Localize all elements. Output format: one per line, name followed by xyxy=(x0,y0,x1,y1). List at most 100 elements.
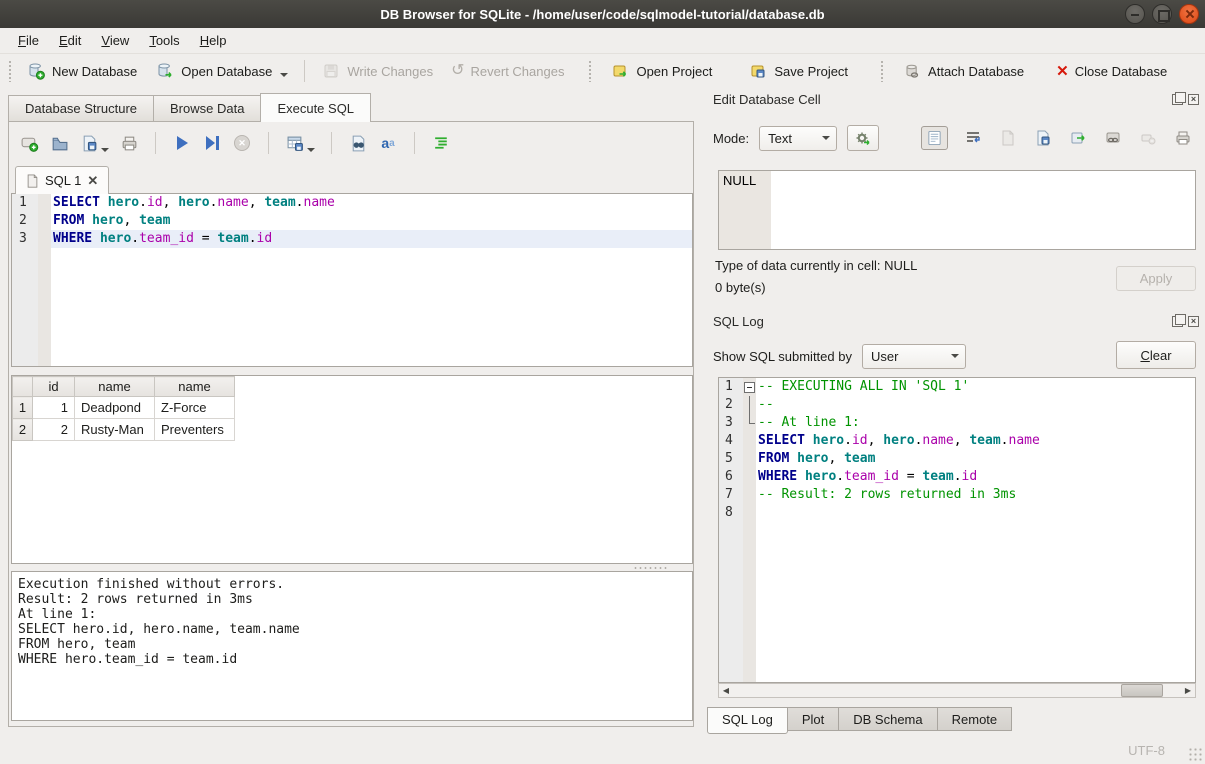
cell-id[interactable]: 1 xyxy=(33,397,75,419)
minimize-button[interactable] xyxy=(1125,4,1145,24)
row-header[interactable]: 1 xyxy=(13,397,33,419)
code-text: SELECT hero.id, hero.name, team.name xyxy=(756,432,1195,450)
line-number: 1 xyxy=(12,194,38,212)
save-sql-dropdown-icon[interactable] xyxy=(101,148,109,152)
open-database-button[interactable]: Open Database xyxy=(147,57,296,85)
tab-execute-sql[interactable]: Execute SQL xyxy=(260,93,371,122)
autocomplete-icon[interactable]: aa xyxy=(378,133,398,153)
save-sql-file-icon[interactable] xyxy=(79,133,99,153)
tab-database-structure[interactable]: Database Structure xyxy=(8,95,153,122)
close-button[interactable] xyxy=(1179,4,1199,24)
execute-all-icon[interactable] xyxy=(172,133,192,153)
sql1-tab[interactable]: SQL 1 ✕ xyxy=(15,166,109,194)
title-bar[interactable]: DB Browser for SQLite - /home/user/code/… xyxy=(0,0,1205,28)
sql-toolbar-separator xyxy=(268,132,269,154)
write-changes-button[interactable]: Write Changes xyxy=(313,57,441,85)
attach-database-icon xyxy=(902,61,922,81)
open-sql-file-icon[interactable] xyxy=(49,133,69,153)
column-header-name1[interactable]: name xyxy=(75,377,155,397)
tab-sql-log[interactable]: SQL Log xyxy=(707,707,788,734)
tab-remote[interactable]: Remote xyxy=(938,707,1013,731)
cell-team-name[interactable]: Z-Force xyxy=(155,397,235,419)
cell-team-name[interactable]: Preventers xyxy=(155,419,235,441)
code-line: 2-- xyxy=(719,396,1195,414)
results-table: id name name 1 1 Deadpond Z-Force 2 2 Ru… xyxy=(12,376,235,441)
print-icon[interactable] xyxy=(119,133,139,153)
apply-button[interactable]: Apply xyxy=(1116,266,1196,291)
line-number: 2 xyxy=(12,212,38,230)
column-header-id[interactable]: id xyxy=(33,377,75,397)
new-sql-tab-icon[interactable] xyxy=(19,133,39,153)
open-project-button[interactable]: Open Project xyxy=(602,57,720,85)
fold-margin xyxy=(743,504,756,522)
text-mode-button[interactable] xyxy=(921,126,948,150)
tab-browse-data[interactable]: Browse Data xyxy=(153,95,260,122)
splitter-handle[interactable] xyxy=(633,566,669,570)
horizontal-scrollbar[interactable]: ◀ ▶ xyxy=(718,683,1196,698)
menu-help[interactable]: Help xyxy=(192,30,235,51)
maximize-button[interactable] xyxy=(1152,4,1172,24)
execute-sql-pane: Database Structure Browse Data Execute S… xyxy=(0,90,700,735)
apply-data-icon[interactable] xyxy=(1068,128,1088,148)
revert-changes-button[interactable]: ↺ Revert Changes xyxy=(443,59,572,83)
export-cell-data-icon[interactable] xyxy=(1033,128,1053,148)
attach-database-button[interactable]: Attach Database xyxy=(894,57,1032,85)
menu-file[interactable]: File xyxy=(10,30,47,51)
submitter-select[interactable]: User xyxy=(862,344,966,369)
format-sql-icon[interactable] xyxy=(431,133,451,153)
scrollbar-track[interactable] xyxy=(733,684,1181,697)
tab-plot[interactable]: Plot xyxy=(788,707,839,731)
word-wrap-icon[interactable] xyxy=(963,128,983,148)
close-panel-icon[interactable]: × xyxy=(1188,316,1199,327)
line-number: 4 xyxy=(719,432,743,450)
export-results-dropdown-icon[interactable] xyxy=(307,148,315,152)
link-data-icon[interactable] xyxy=(1103,128,1123,148)
close-database-button[interactable]: ✕ Close Database xyxy=(1048,60,1175,83)
open-database-dropdown-icon[interactable] xyxy=(280,73,288,77)
sql-toolbar-separator xyxy=(414,132,415,154)
cell-hero-name[interactable]: Deadpond xyxy=(75,397,155,419)
dock-tab-bar: SQL Log Plot DB Schema Remote xyxy=(707,707,1012,734)
sql-document-icon xyxy=(26,174,39,188)
code-text xyxy=(756,504,1195,522)
cell-id[interactable]: 2 xyxy=(33,419,75,441)
fold-marker-icon[interactable] xyxy=(743,378,756,396)
line-number: 6 xyxy=(719,468,743,486)
mode-select[interactable]: Text xyxy=(759,126,837,151)
close-panel-icon[interactable]: × xyxy=(1188,94,1199,105)
encoding-indicator[interactable]: UTF-8 xyxy=(1128,743,1165,758)
sql-editor[interactable]: 1SELECT hero.id, hero.name, team.name2FR… xyxy=(11,193,693,367)
new-database-button[interactable]: New Database xyxy=(18,57,145,85)
scroll-right-icon[interactable]: ▶ xyxy=(1181,684,1195,697)
float-panel-icon[interactable] xyxy=(1172,94,1183,105)
code-text: -- EXECUTING ALL IN 'SQL 1' xyxy=(756,378,1195,396)
scrollbar-thumb[interactable] xyxy=(1121,684,1163,697)
menu-view[interactable]: View xyxy=(93,30,137,51)
execute-line-icon[interactable] xyxy=(202,133,222,153)
column-header-name2[interactable]: name xyxy=(155,377,235,397)
line-number: 5 xyxy=(719,450,743,468)
toolbar-grip[interactable] xyxy=(8,60,12,82)
sql1-tab-close-icon[interactable]: ✕ xyxy=(87,173,98,189)
export-results-icon[interactable] xyxy=(285,133,305,153)
save-project-button[interactable]: Save Project xyxy=(740,57,856,85)
toolbar-grip[interactable] xyxy=(588,60,592,82)
set-null-icon[interactable] xyxy=(1138,128,1158,148)
sql-log-view[interactable]: 1-- EXECUTING ALL IN 'SQL 1'2--3-- At li… xyxy=(718,377,1196,683)
resize-grip[interactable] xyxy=(1188,747,1202,761)
menu-edit[interactable]: Edit xyxy=(51,30,89,51)
stop-icon[interactable]: ✕ xyxy=(232,133,252,153)
cell-value-editor[interactable]: NULL xyxy=(718,170,1196,250)
toolbar-grip[interactable] xyxy=(880,60,884,82)
tab-db-schema[interactable]: DB Schema xyxy=(839,707,937,731)
menu-tools[interactable]: Tools xyxy=(141,30,187,51)
clear-log-button[interactable]: Clear xyxy=(1116,341,1196,369)
float-panel-icon[interactable] xyxy=(1172,316,1183,327)
import-cell-data-icon[interactable] xyxy=(998,128,1018,148)
auto-switch-mode-button[interactable] xyxy=(847,125,879,151)
row-header[interactable]: 2 xyxy=(13,419,33,441)
print-cell-icon[interactable] xyxy=(1173,128,1193,148)
scroll-left-icon[interactable]: ◀ xyxy=(719,684,733,697)
cell-hero-name[interactable]: Rusty-Man xyxy=(75,419,155,441)
find-icon[interactable] xyxy=(348,133,368,153)
